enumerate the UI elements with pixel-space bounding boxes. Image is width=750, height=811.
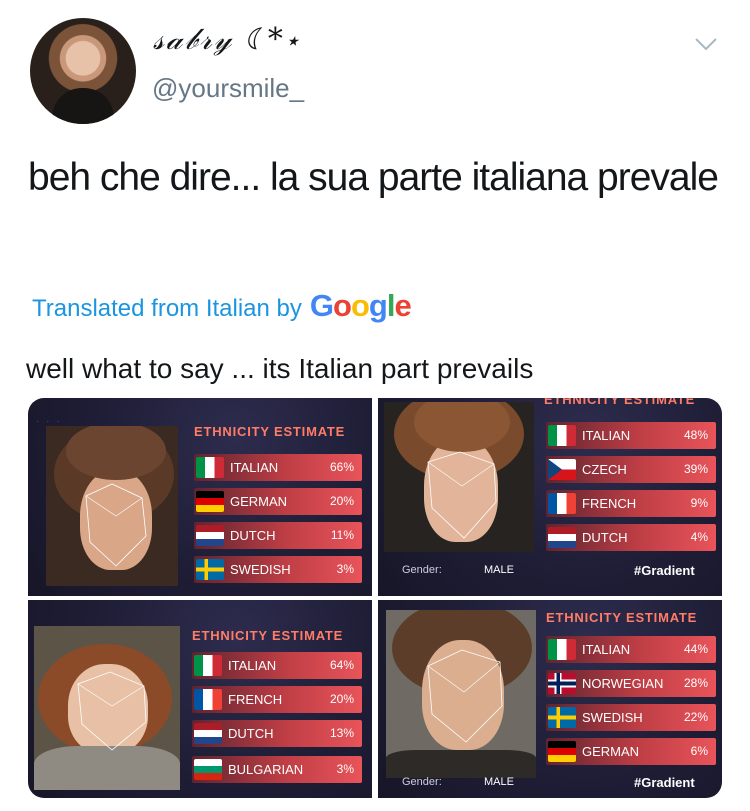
face-mesh: [427, 451, 497, 539]
row-pct: 3%: [336, 562, 354, 576]
row-label: BULGARIAN: [228, 762, 304, 777]
row-pct: 6%: [690, 744, 708, 758]
estimate-row: ITALIAN 44%: [546, 636, 716, 663]
gender-value: MALE: [484, 564, 514, 576]
estimate-row: ITALIAN 48%: [546, 422, 716, 449]
media-image-2[interactable]: ETHNICITY ESTIMATE ITALIAN 48% CZECH 39%…: [378, 398, 722, 596]
estimate-row: ITALIAN 64%: [192, 652, 362, 679]
estimate-row: ITALIAN 66%: [194, 454, 362, 481]
sweden-flag-icon: [548, 707, 576, 728]
estimate-row: BULGARIAN 3%: [192, 756, 362, 783]
translated-from-label[interactable]: Translated from Italian by: [32, 295, 302, 323]
row-label: ITALIAN: [582, 642, 631, 657]
face-photo: [384, 402, 534, 552]
face-mesh: [77, 671, 147, 751]
face-photo: [34, 626, 180, 790]
row-pct: 20%: [329, 692, 354, 706]
gender-label: Gender:: [402, 776, 442, 788]
chevron-down-icon[interactable]: [694, 36, 718, 52]
estimate-row: SWEDISH 22%: [546, 704, 716, 731]
italy-flag-icon: [194, 655, 222, 676]
row-label: FRENCH: [228, 692, 283, 707]
estimate-row: GERMAN 20%: [194, 488, 362, 515]
estimate-row: DUTCH 4%: [546, 524, 716, 551]
row-label: GERMAN: [230, 494, 288, 509]
estimate-row: SWEDISH 3%: [194, 556, 362, 583]
media-image-4[interactable]: ETHNICITY ESTIMATE ITALIAN 44% NORWEGIAN…: [378, 600, 722, 798]
gender-label: Gender:: [402, 564, 442, 576]
user-handle[interactable]: @yoursmile_: [152, 73, 304, 104]
netherlands-flag-icon: [194, 723, 222, 744]
panel-title: ETHNICITY ESTIMATE: [544, 398, 696, 407]
row-label: ITALIAN: [230, 460, 279, 475]
netherlands-flag-icon: [548, 527, 576, 548]
row-pct: 22%: [683, 710, 708, 724]
row-pct: 9%: [690, 496, 708, 510]
row-pct: 44%: [683, 642, 708, 656]
row-pct: 13%: [329, 726, 354, 740]
estimate-row: CZECH 39%: [546, 456, 716, 483]
row-label: ITALIAN: [582, 428, 631, 443]
estimate-row: DUTCH 11%: [194, 522, 362, 549]
row-pct: 39%: [683, 462, 708, 476]
row-label: DUTCH: [228, 726, 274, 741]
face-photo: [46, 426, 178, 586]
france-flag-icon: [194, 689, 222, 710]
italy-flag-icon: [548, 425, 576, 446]
translation-attribution[interactable]: Translated from Italian by Google: [32, 288, 412, 324]
italy-flag-icon: [196, 457, 224, 478]
panel-title: ETHNICITY ESTIMATE: [194, 424, 346, 439]
avatar-shirt: [52, 88, 114, 124]
row-label: DUTCH: [230, 528, 276, 543]
row-label: CZECH: [582, 462, 627, 477]
row-pct: 20%: [329, 494, 354, 508]
italy-flag-icon: [548, 639, 576, 660]
avatar[interactable]: [30, 18, 136, 124]
media-image-1[interactable]: · · · ETHNICITY ESTIMATE ITALIAN 66% GER…: [28, 398, 372, 596]
germany-flag-icon: [196, 491, 224, 512]
face-mesh: [85, 483, 147, 567]
row-pct: 64%: [329, 658, 354, 672]
tweet-text: beh che dire... la sua parte italiana pr…: [28, 156, 719, 199]
gradient-hashtag: #Gradient: [634, 775, 695, 790]
row-label: FRENCH: [582, 496, 637, 511]
row-pct: 28%: [683, 676, 708, 690]
media-image-3[interactable]: ETHNICITY ESTIMATE ITALIAN 64% FRENCH 20…: [28, 600, 372, 798]
row-pct: 66%: [329, 460, 354, 474]
row-pct: 11%: [330, 528, 354, 542]
row-label: GERMAN: [582, 744, 640, 759]
display-name[interactable]: 𝓈𝒶𝒷𝓇𝓎 ☾*⋆: [153, 22, 301, 57]
row-pct: 3%: [336, 762, 354, 776]
row-label: DUTCH: [582, 530, 628, 545]
row-pct: 48%: [683, 428, 708, 442]
gender-value: MALE: [484, 776, 514, 788]
row-label: SWEDISH: [230, 562, 291, 577]
sweden-flag-icon: [196, 559, 224, 580]
face-photo: [386, 610, 536, 778]
estimate-row: GERMAN 6%: [546, 738, 716, 765]
france-flag-icon: [548, 493, 576, 514]
netherlands-flag-icon: [196, 525, 224, 546]
norway-flag-icon: [548, 673, 576, 694]
estimate-row: FRENCH 20%: [192, 686, 362, 713]
face-mesh: [427, 649, 503, 743]
panel-title: ETHNICITY ESTIMATE: [546, 610, 698, 625]
media-grid[interactable]: · · · ETHNICITY ESTIMATE ITALIAN 66% GER…: [28, 398, 722, 798]
gradient-hashtag: #Gradient: [634, 563, 695, 578]
row-label: SWEDISH: [582, 710, 643, 725]
google-logo: Google: [309, 288, 412, 323]
estimate-row: FRENCH 9%: [546, 490, 716, 517]
row-label: NORWEGIAN: [582, 676, 664, 691]
row-label: ITALIAN: [228, 658, 277, 673]
row-pct: 4%: [690, 530, 708, 544]
estimate-row: NORWEGIAN 28%: [546, 670, 716, 697]
bulgaria-flag-icon: [194, 759, 222, 780]
translated-text: well what to say ... its Italian part pr…: [26, 353, 534, 384]
germany-flag-icon: [548, 741, 576, 762]
czech-flag-icon: [548, 459, 576, 480]
estimate-row: DUTCH 13%: [192, 720, 362, 747]
panel-title: ETHNICITY ESTIMATE: [192, 628, 344, 643]
